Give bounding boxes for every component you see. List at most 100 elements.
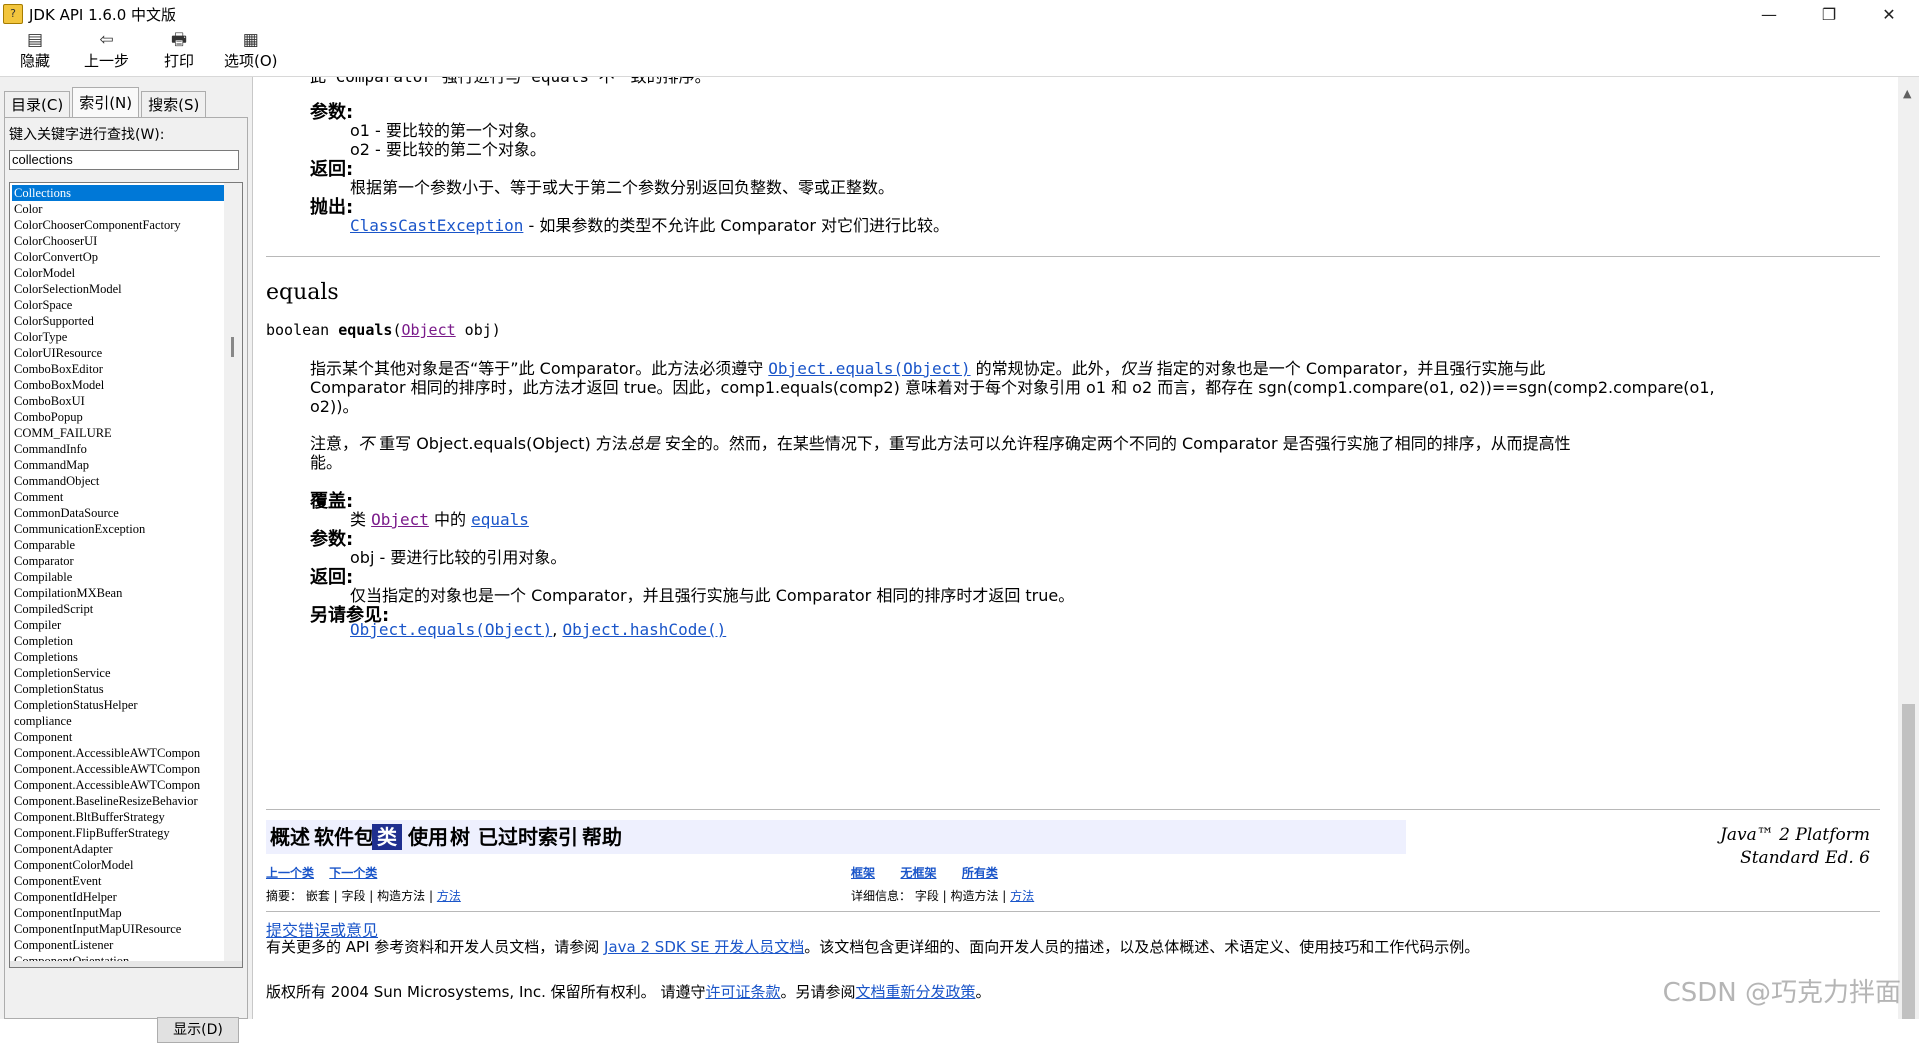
index-list-item[interactable]: ColorChooserUI: [12, 233, 224, 249]
index-list-item[interactable]: ComponentEvent: [12, 873, 224, 889]
index-list-item[interactable]: CompletionService: [12, 665, 224, 681]
index-list-item[interactable]: CompilationMXBean: [12, 585, 224, 601]
toolbar: ▤ 隐藏 ⇦ 上一步 🖶 打印 ▦ 选项(O): [0, 28, 1919, 77]
index-list-item[interactable]: CompiledScript: [12, 601, 224, 617]
content-scroll-thumb[interactable]: [1902, 704, 1915, 1019]
nav-tree[interactable]: 树: [450, 824, 470, 850]
index-list-item[interactable]: ComponentIdHelper: [12, 889, 224, 905]
watermark: CSDN @巧克力拌面: [1662, 978, 1901, 1008]
index-list-item[interactable]: ColorSelectionModel: [12, 281, 224, 297]
index-list-item[interactable]: CompletionStatus: [12, 681, 224, 697]
summary-method-link[interactable]: 方法: [437, 889, 461, 903]
index-list-item[interactable]: CommandMap: [12, 457, 224, 473]
keyword-input[interactable]: collections: [9, 150, 239, 170]
nav-overview[interactable]: 概述: [270, 824, 310, 850]
see-also-line: Object.equals(Object), Object.hashCode(): [350, 620, 726, 639]
index-list-item[interactable]: Color: [12, 201, 224, 217]
index-list-item[interactable]: Completion: [12, 633, 224, 649]
frames-link[interactable]: 框架: [851, 866, 875, 880]
index-list-item[interactable]: Component.FlipBufferStrategy: [12, 825, 224, 841]
hide-button[interactable]: ▤ 隐藏: [20, 30, 50, 71]
nav-index[interactable]: 索引: [538, 824, 578, 850]
index-list-item[interactable]: ComboBoxEditor: [12, 361, 224, 377]
index-list-item[interactable]: Component.AccessibleAWTCompon: [12, 745, 224, 761]
see-separator: ,: [552, 620, 563, 639]
prev-class-link[interactable]: 上一个类: [266, 866, 314, 880]
all-classes-link[interactable]: 所有类: [962, 866, 998, 880]
index-list-item[interactable]: Component.BltBufferStrategy: [12, 809, 224, 825]
index-list-item[interactable]: Component.AccessibleAWTCompon: [12, 777, 224, 793]
index-list-item[interactable]: ColorSpace: [12, 297, 224, 313]
tab-contents[interactable]: 目录(C): [4, 91, 71, 118]
index-list-item[interactable]: CompletionStatusHelper: [12, 697, 224, 713]
index-list-item[interactable]: Compiler: [12, 617, 224, 633]
nav-use[interactable]: 使用: [408, 824, 448, 850]
index-list-item[interactable]: COMM_FAILURE: [12, 425, 224, 441]
index-list-item[interactable]: Compilable: [12, 569, 224, 585]
no-frames-link[interactable]: 无框架: [900, 866, 936, 880]
index-list-item[interactable]: ComponentListener: [12, 937, 224, 953]
sdk-docs-link[interactable]: Java 2 SDK SE 开发人员文档: [604, 938, 804, 956]
index-list[interactable]: Collections Color ColorChooserComponentFac…: [9, 182, 243, 964]
index-list-item[interactable]: CommonDataSource: [12, 505, 224, 521]
index-list-hscrollbar[interactable]: [9, 961, 243, 968]
copyright-text-a: 版权所有 2004 Sun Microsystems, Inc. 保留所有权利。…: [266, 983, 706, 1001]
index-list-item[interactable]: ComboPopup: [12, 409, 224, 425]
index-list-item[interactable]: ColorModel: [12, 265, 224, 281]
index-list-item[interactable]: Comment: [12, 489, 224, 505]
overrides-equals-link[interactable]: equals: [471, 510, 529, 529]
scroll-thumb[interactable]: [231, 337, 234, 357]
scroll-up-icon[interactable]: ▲: [1903, 87, 1911, 100]
options-button[interactable]: ▦ 选项(O): [224, 30, 278, 71]
overrides-object-link[interactable]: Object: [371, 510, 429, 529]
minimize-button[interactable]: —: [1739, 0, 1799, 28]
index-list-item[interactable]: Component: [12, 729, 224, 745]
index-list-item[interactable]: ColorConvertOp: [12, 249, 224, 265]
index-tab-panel: 键入关键字进行查找(W): collections Collections Col…: [4, 117, 248, 1043]
nav-help[interactable]: 帮助: [582, 824, 622, 850]
index-list-item[interactable]: compliance: [12, 713, 224, 729]
detail-method-link[interactable]: 方法: [1010, 889, 1034, 903]
display-button[interactable]: 显示(D): [157, 1017, 239, 1043]
index-list-scrollbar[interactable]: [224, 183, 242, 963]
index-list-item[interactable]: ComponentInputMapUIResource: [12, 921, 224, 937]
content-scrollbar[interactable]: ▲: [1898, 77, 1919, 1019]
see-object-hashcode-link[interactable]: Object.hashCode(): [562, 620, 726, 639]
redistribution-policy-link[interactable]: 文档重新分发政策: [855, 983, 975, 1001]
print-button[interactable]: 🖶 打印: [164, 30, 194, 71]
sig-object-link[interactable]: Object: [401, 321, 455, 339]
index-list-item[interactable]: ComponentAdapter: [12, 841, 224, 857]
index-list-item[interactable]: ComboBoxModel: [12, 377, 224, 393]
index-list-item[interactable]: ColorType: [12, 329, 224, 345]
index-list-item[interactable]: CommunicationException: [12, 521, 224, 537]
nav-package[interactable]: 软件包: [314, 824, 374, 850]
index-list-item[interactable]: ComponentInputMap: [12, 905, 224, 921]
index-list-item[interactable]: ColorChooserComponentFactory: [12, 217, 224, 233]
platform-line-2: Standard Ed. 6: [1740, 848, 1870, 868]
index-list-item[interactable]: ColorSupported: [12, 313, 224, 329]
license-terms-link[interactable]: 许可证条款: [705, 983, 780, 1001]
next-class-link[interactable]: 下一个类: [329, 866, 377, 880]
index-list-item[interactable]: CommandObject: [12, 473, 224, 489]
index-list-item[interactable]: Comparator: [12, 553, 224, 569]
tab-index[interactable]: 索引(N): [72, 87, 140, 118]
index-list-item[interactable]: ColorUIResource: [12, 345, 224, 361]
index-list-item[interactable]: Comparable: [12, 537, 224, 553]
close-button[interactable]: ✕: [1859, 0, 1919, 28]
index-list-item[interactable]: Component.BaselineResizeBehavior: [12, 793, 224, 809]
index-list-item[interactable]: Collections: [12, 185, 224, 201]
classcastexception-link[interactable]: ClassCastException: [350, 216, 523, 235]
index-list-item[interactable]: Component.AccessibleAWTCompon: [12, 761, 224, 777]
note-line-2: 能。: [310, 453, 343, 472]
throws-line: ClassCastException - 如果参数的类型不允许此 Compara…: [350, 212, 949, 236]
index-list-item[interactable]: ComboBoxUI: [12, 393, 224, 409]
maximize-button[interactable]: ❐: [1799, 0, 1859, 28]
bottom-nav-bar: 概述 软件包 类 使用 树 已过时 索引 帮助: [266, 820, 1406, 854]
back-button[interactable]: ⇦ 上一步: [84, 30, 129, 71]
nav-deprecated[interactable]: 已过时: [478, 824, 538, 850]
tab-search[interactable]: 搜索(S): [141, 91, 207, 118]
see-object-equals-link[interactable]: Object.equals(Object): [350, 620, 552, 639]
index-list-item[interactable]: CommandInfo: [12, 441, 224, 457]
index-list-item[interactable]: ComponentColorModel: [12, 857, 224, 873]
index-list-item[interactable]: Completions: [12, 649, 224, 665]
